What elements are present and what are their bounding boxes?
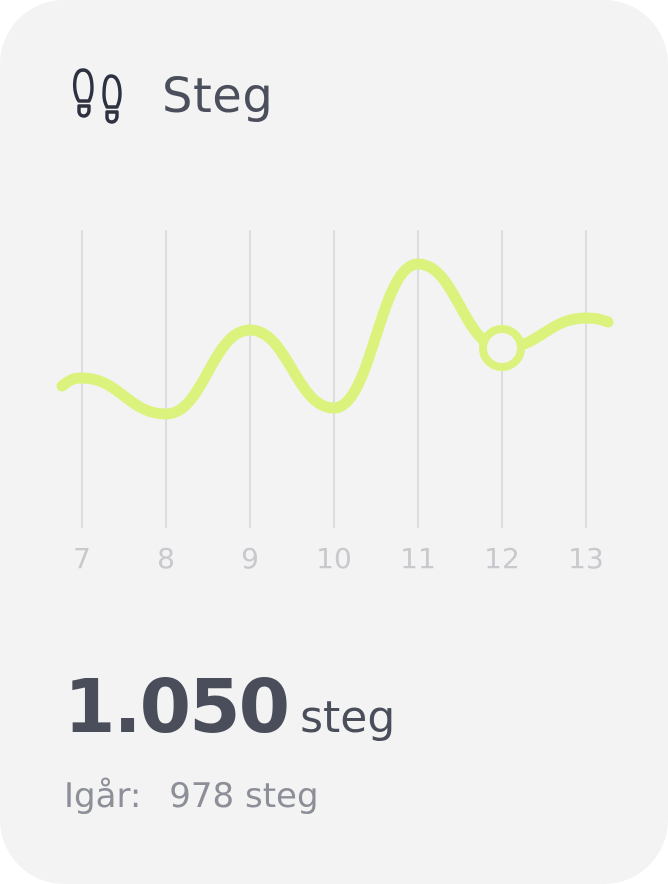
- x-tick-label: 11: [400, 542, 436, 575]
- x-tick-label: 9: [241, 542, 259, 575]
- yesterday-steps: Igår: 978 steg: [64, 776, 319, 816]
- yesterday-label: Igår:: [64, 776, 142, 816]
- yesterday-value: 978 steg: [169, 776, 319, 816]
- total-steps-unit: steg: [300, 692, 396, 743]
- x-tick-label: 10: [316, 542, 352, 575]
- x-tick-label: 12: [484, 542, 520, 575]
- chart-grid: [81, 230, 587, 528]
- x-tick-label: 8: [157, 542, 175, 575]
- total-steps-value: 1.050: [64, 664, 290, 750]
- highlight-point[interactable]: [479, 325, 525, 371]
- steps-line-chart: 7 8 9 10 11 12 13: [56, 230, 614, 575]
- x-tick-label: 13: [568, 542, 604, 575]
- chart-x-axis: 7 8 9 10 11 12 13: [73, 542, 604, 575]
- x-tick-label: 7: [73, 542, 91, 575]
- total-steps: 1.050 steg: [64, 664, 395, 750]
- steps-card[interactable]: Steg 7 8 9 10 11 12 13 1.050 steg Igår: 978 st…: [0, 0, 668, 884]
